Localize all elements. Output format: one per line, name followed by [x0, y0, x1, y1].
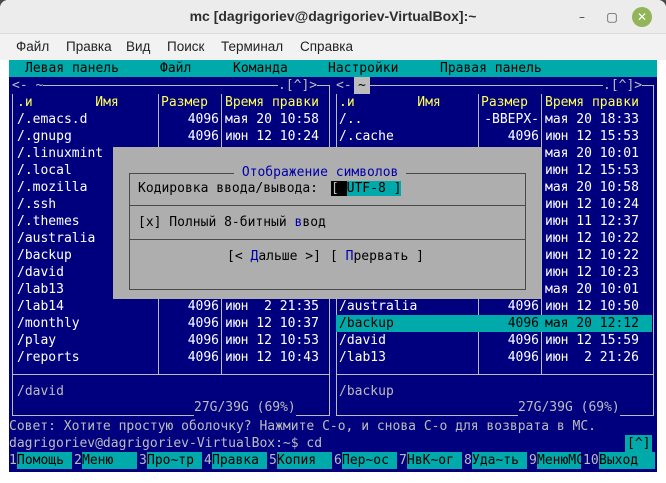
- menu-terminal[interactable]: Терминал: [221, 39, 283, 54]
- hint-line: Совет: Хотите простую оболочку? Нажмите …: [9, 419, 596, 434]
- encoding-label: Кодировка ввода/вывода:: [138, 181, 319, 196]
- right-header-size[interactable]: Размер: [481, 94, 528, 111]
- right-header-time[interactable]: Время правки: [545, 94, 639, 111]
- fkey-number: 1: [9, 453, 17, 468]
- encoding-value: UTF-8: [346, 181, 386, 196]
- file-mtime: июн 12 15:53: [545, 163, 639, 178]
- file-name: /..: [339, 112, 363, 127]
- right-panel-path[interactable]: ~: [354, 77, 370, 94]
- maximize-icon[interactable]: ▢: [602, 7, 622, 27]
- file-size: 4096: [507, 350, 539, 365]
- file-mtime: мая 20 10:01: [545, 146, 639, 161]
- right-status: /backup: [339, 384, 394, 399]
- file-size: -ВВЕРХ-: [484, 112, 539, 127]
- mc-menu-command[interactable]: Команда: [233, 60, 288, 77]
- right-file-row[interactable]: /.. -ВВЕРХ-мая 20 18:33: [9, 111, 657, 128]
- mc-menu-bar: Левая панель Файл Команда Настройки Прав…: [9, 60, 657, 77]
- file-mtime: июн 12 15:53: [545, 129, 639, 144]
- fkey-6-button[interactable]: Пер~ос: [342, 452, 397, 469]
- fkey-number: 2: [74, 453, 82, 468]
- file-name: /backup: [339, 316, 394, 331]
- menu-view[interactable]: Вид: [126, 39, 150, 54]
- fkey-number: 6: [334, 453, 342, 468]
- fkey-number: 7: [399, 453, 407, 468]
- full-8bit-input-checkbox[interactable]: [x] Полный 8-битный ввод: [138, 214, 326, 231]
- file-name: /.cache: [339, 129, 394, 144]
- file-size: 4096: [507, 316, 539, 331]
- file-mtime: мая 20 18:33: [545, 112, 639, 127]
- fkey-number: 5: [269, 453, 277, 468]
- dialog-title: Отображение символов: [234, 164, 407, 181]
- next-button[interactable]: [< Дальше >]: [227, 248, 321, 265]
- file-mtime: мая 20 10:01: [545, 282, 639, 297]
- terminal-area[interactable]: Левая панель Файл Команда Настройки Прав…: [9, 60, 657, 472]
- menu-edit[interactable]: Правка: [66, 39, 112, 54]
- display-bits-dialog: Отображение символов Кодировка ввода/выв…: [113, 147, 541, 299]
- right-file-row[interactable]: /australia 4096 июн 12 10:50: [9, 298, 657, 315]
- file-mtime: июн 12 10:22: [545, 248, 639, 263]
- file-name: /lab13: [339, 350, 386, 365]
- right-file-row[interactable]: /lab13 4096 июн 2 21:26: [9, 349, 657, 366]
- fkey-number: 8: [464, 453, 472, 468]
- file-size: 4096: [507, 299, 539, 314]
- file-mtime: июн 12 15:59: [545, 333, 639, 348]
- right-file-row[interactable]: /david 4096 июн 12 15:59: [9, 332, 657, 349]
- file-name: /australia: [339, 299, 418, 314]
- right-header-name[interactable]: .и Имя: [339, 94, 441, 111]
- file-mtime: мая 20 10:58: [545, 180, 639, 195]
- fkey-2-button[interactable]: Меню: [82, 452, 137, 469]
- file-mtime: июн 12 10:50: [545, 299, 639, 314]
- fkey-number: 10: [583, 453, 599, 468]
- mc-menu-right-panel[interactable]: Правая панель: [440, 60, 542, 77]
- encoding-field[interactable]: [ UTF-8 ]: [331, 180, 402, 197]
- file-size: 4096: [507, 129, 539, 144]
- fkey-number: 4: [204, 453, 212, 468]
- menu-search[interactable]: Поиск: [167, 39, 204, 54]
- fkey-4-button[interactable]: Правка: [212, 452, 267, 469]
- fkey-number: 3: [139, 453, 147, 468]
- minimize-icon[interactable]: –: [572, 7, 592, 27]
- title-bar: mc [dagrigoriev@dagrigoriev-VirtualBox]:…: [0, 0, 666, 34]
- mc-menu-left-panel[interactable]: Левая панель: [25, 60, 119, 77]
- fkey-1-button[interactable]: Помощь: [17, 452, 72, 469]
- fkey-3-button[interactable]: Про~тр: [147, 452, 202, 469]
- prompt-history-button[interactable]: [^]: [625, 435, 653, 452]
- right-disk-usage: 27G/39G (69%): [518, 399, 620, 416]
- file-name: /david: [339, 333, 386, 348]
- terminal-window: mc [dagrigoriev@dagrigoriev-VirtualBox]:…: [0, 0, 666, 483]
- right-panel-controls[interactable]: .[^]>: [603, 77, 643, 94]
- terminal-menubar: Файл Правка Вид Поиск Терминал Справка: [0, 34, 666, 60]
- fkey-5-button[interactable]: Копия: [277, 452, 332, 469]
- file-mtime: июн 12 10:22: [545, 231, 639, 246]
- fkey-number: 9: [529, 453, 537, 468]
- menu-file[interactable]: Файл: [16, 39, 49, 54]
- shell-prompt[interactable]: dagrigoriev@dagrigoriev-VirtualBox:~$ cd: [9, 435, 322, 452]
- window-title: mc [dagrigoriev@dagrigoriev-VirtualBox]:…: [189, 8, 477, 24]
- file-mtime: июн 12 10:24: [545, 197, 639, 212]
- cancel-button[interactable]: [ Прервать ]: [330, 248, 424, 265]
- file-mtime: июн 2 21:26: [545, 350, 639, 365]
- right-file-row[interactable]: /.cache 4096 июн 12 15:53: [9, 128, 657, 145]
- menu-help[interactable]: Справка: [300, 39, 353, 54]
- file-mtime: мая 20 12:12: [545, 316, 639, 331]
- fkey-7-button[interactable]: НвК~ог: [407, 452, 462, 469]
- file-size: 4096: [507, 333, 539, 348]
- fkey-9-button[interactable]: МенюМС: [537, 452, 584, 469]
- file-mtime: июн 11 12:37: [545, 214, 639, 229]
- fkey-10-button[interactable]: Выход: [599, 452, 655, 469]
- close-icon[interactable]: ✕: [632, 7, 652, 27]
- fkey-8-button[interactable]: Уда~ть: [472, 452, 527, 469]
- right-file-row[interactable]: /backup 4096 мая 20 12:12: [9, 315, 657, 332]
- mc-menu-options[interactable]: Настройки: [328, 60, 398, 77]
- function-key-bar: 1 Помощь 2 Меню 3 Про~тр 4 Правка 5 Копия 6 Пер~ос 7…: [9, 452, 657, 469]
- file-mtime: июн 12 10:23: [545, 265, 639, 280]
- mc-menu-file[interactable]: Файл: [160, 60, 191, 77]
